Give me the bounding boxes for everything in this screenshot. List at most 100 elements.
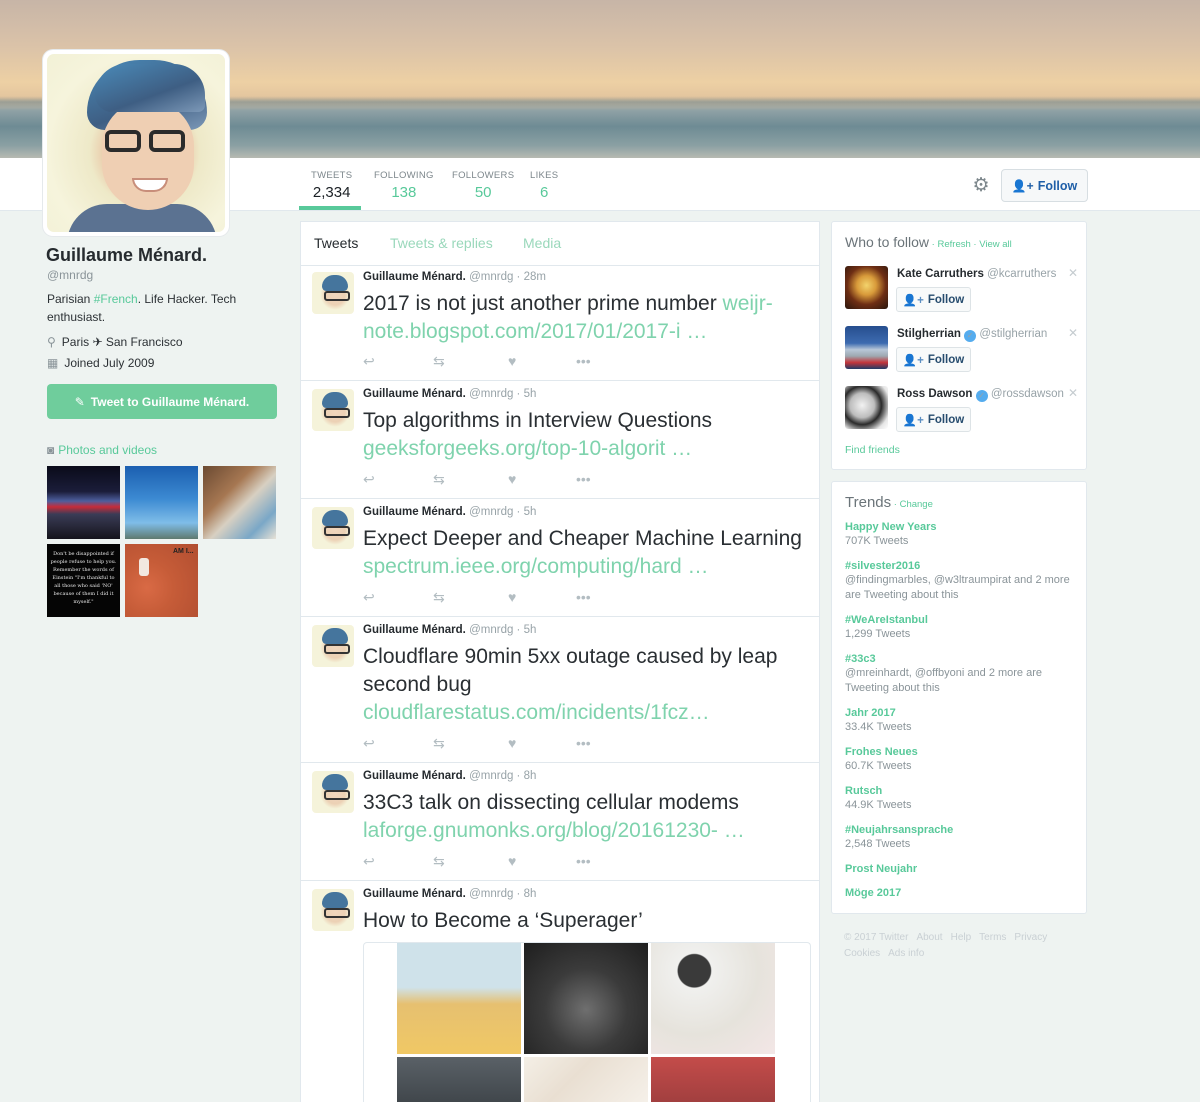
suggested-user-avatar[interactable] [845, 266, 888, 309]
photos-and-videos-link[interactable]: ◙ Photos and videos [47, 443, 157, 457]
retweet-icon[interactable]: ⇆ [433, 353, 445, 370]
retweet-icon[interactable]: ⇆ [433, 735, 445, 752]
follow-user-button[interactable]: 👤+ Follow [896, 347, 971, 372]
more-icon[interactable]: ••• [576, 589, 591, 605]
reply-icon[interactable]: ↩ [363, 853, 375, 870]
profile-avatar[interactable] [43, 50, 229, 236]
suggested-user-name[interactable]: Kate Carruthers @kcarruthers [897, 268, 1056, 280]
trend-item[interactable]: Frohes Neues 60.7K Tweets [845, 746, 1080, 774]
more-icon[interactable]: ••• [576, 353, 591, 369]
tweet-author-name[interactable]: Guillaume Ménard. [363, 888, 466, 900]
trend-name: #33c3 [845, 653, 876, 665]
tweet[interactable]: Guillaume Ménard. @mnrdg · 5h Cloudflare… [301, 617, 819, 763]
trend-item[interactable]: Rutsch 44.9K Tweets [845, 785, 1080, 813]
like-icon[interactable]: ♥ [508, 589, 516, 605]
stat-tweets[interactable]: TWEETS 2,334 [311, 170, 352, 201]
retweet-icon[interactable]: ⇆ [433, 853, 445, 870]
profile-handle[interactable]: @mnrdg [47, 268, 93, 282]
like-icon[interactable]: ♥ [508, 471, 516, 487]
photo-thumbnail[interactable] [47, 466, 120, 539]
tweet-author-avatar[interactable] [312, 889, 354, 931]
tweet-link[interactable]: spectrum.ieee.org/computing/hard … [363, 555, 709, 578]
footer-link-help[interactable]: Help [951, 932, 972, 943]
tweet[interactable]: Guillaume Ménard. @mnrdg · 8h How to Bec… [301, 881, 819, 1102]
like-icon[interactable]: ♥ [508, 353, 516, 369]
tab-tweets-and-replies[interactable]: Tweets & replies [390, 235, 493, 251]
reply-icon[interactable]: ↩ [363, 589, 375, 606]
tweet-author-avatar[interactable] [312, 507, 354, 549]
trend-item[interactable]: #WeAreIstanbul 1,299 Tweets [845, 614, 1080, 642]
stat-followers[interactable]: FOLLOWERS 50 [452, 170, 514, 201]
tweet-author-name[interactable]: Guillaume Ménard. [363, 624, 466, 636]
suggested-user: Ross Dawson ✓ @rossdawson 👤+ Follow ✕ [845, 386, 1085, 442]
suggested-user-name[interactable]: Stilgherrian ✓ @stilgherrian [897, 328, 1047, 342]
tab-media[interactable]: Media [523, 235, 561, 251]
find-friends-link[interactable]: Find friends [845, 444, 900, 456]
reply-icon[interactable]: ↩ [363, 353, 375, 370]
trend-item[interactable]: Happy New Years 707K Tweets [845, 521, 1080, 549]
tweet[interactable]: Guillaume Ménard. @mnrdg · 8h 33C3 talk … [301, 763, 819, 881]
trend-item[interactable]: Prost Neujahr [845, 863, 1080, 875]
suggested-user-avatar[interactable] [845, 386, 888, 429]
suggested-user-name[interactable]: Ross Dawson ✓ @rossdawson [897, 388, 1064, 402]
trend-item[interactable]: #33c3 @mreinhardt, @offbyoni and 2 more a… [845, 653, 1080, 696]
tweet-author-name[interactable]: Guillaume Ménard. [363, 271, 466, 283]
more-icon[interactable]: ••• [576, 853, 591, 869]
tweet[interactable]: Guillaume Ménard. @mnrdg · 5h Expect Dee… [301, 499, 819, 617]
tweet-author-avatar[interactable] [312, 625, 354, 667]
change-trends-link[interactable]: Change [900, 499, 933, 510]
tweet-author-name[interactable]: Guillaume Ménard. [363, 388, 466, 400]
retweet-icon[interactable]: ⇆ [433, 589, 445, 606]
user-display-name: Kate Carruthers [897, 268, 984, 280]
tweet-link[interactable]: geeksforgeeks.org/top-10-algorit … [363, 437, 692, 460]
follow-user-button[interactable]: 👤+ Follow [896, 407, 971, 432]
like-icon[interactable]: ♥ [508, 853, 516, 869]
more-icon[interactable]: ••• [576, 735, 591, 751]
photo-thumbnail[interactable]: Don't be disappointed if people refuse t… [47, 544, 120, 617]
dismiss-icon[interactable]: ✕ [1068, 386, 1078, 400]
tweet[interactable]: Guillaume Ménard. @mnrdg · 28m 2017 is n… [301, 264, 819, 381]
profile-name[interactable]: Guillaume Ménard. [46, 245, 207, 266]
view-all-link[interactable]: View all [979, 239, 1012, 250]
tweet-author-name[interactable]: Guillaume Ménard. [363, 506, 466, 518]
tweet-author-name[interactable]: Guillaume Ménard. [363, 770, 466, 782]
tweet[interactable]: Guillaume Ménard. @mnrdg · 5h Top algori… [301, 381, 819, 499]
tweet-author-avatar[interactable] [312, 771, 354, 813]
suggested-user-avatar[interactable] [845, 326, 888, 369]
photo-thumbnail[interactable] [203, 466, 276, 539]
reply-icon[interactable]: ↩ [363, 471, 375, 488]
follow-button[interactable]: 👤+ Follow [1001, 169, 1088, 202]
more-icon[interactable]: ••• [576, 471, 591, 487]
reply-icon[interactable]: ↩ [363, 735, 375, 752]
dismiss-icon[interactable]: ✕ [1068, 266, 1078, 280]
stat-following[interactable]: FOLLOWING 138 [374, 170, 434, 201]
tweet-to-button[interactable]: ✎ Tweet to Guillaume Ménard. [47, 384, 277, 419]
follow-label: Follow [927, 413, 965, 426]
photo-thumbnail[interactable]: AM I... [125, 544, 198, 617]
photo-thumbnail[interactable] [125, 466, 198, 539]
tweet-author-avatar[interactable] [312, 389, 354, 431]
trend-item[interactable]: Jahr 2017 33.4K Tweets [845, 707, 1080, 735]
tweet-author-avatar[interactable] [312, 272, 354, 314]
trend-item[interactable]: #Neujahrsansprache 2,548 Tweets [845, 824, 1080, 852]
stat-likes[interactable]: LIKES 6 [530, 170, 558, 201]
footer-link-privacy[interactable]: Privacy [1014, 932, 1047, 943]
footer-link-ads-info[interactable]: Ads info [888, 948, 924, 959]
tab-tweets[interactable]: Tweets [314, 235, 358, 251]
tweet-link[interactable]: cloudflarestatus.com/incidents/1fcz… [363, 701, 710, 724]
refresh-link[interactable]: Refresh [938, 239, 971, 250]
footer-link-about[interactable]: About [916, 932, 942, 943]
tweet-media-card[interactable] [363, 942, 811, 1102]
retweet-icon[interactable]: ⇆ [433, 471, 445, 488]
bio-hashtag-link[interactable]: #French [94, 292, 138, 306]
like-icon[interactable]: ♥ [508, 735, 516, 751]
trend-item[interactable]: Möge 2017 [845, 887, 1080, 899]
tweet-link[interactable]: laforge.gnumonks.org/blog/20161230- … [363, 819, 745, 842]
tweet-header: Guillaume Ménard. @mnrdg · 5h [363, 506, 536, 518]
trend-item[interactable]: #silvester2016 @findingmarbles, @w3ltraum… [845, 560, 1080, 603]
dismiss-icon[interactable]: ✕ [1068, 326, 1078, 340]
gear-icon[interactable]: ⚙ [970, 175, 992, 197]
footer-link-terms[interactable]: Terms [979, 932, 1006, 943]
footer-link-cookies[interactable]: Cookies [844, 948, 880, 959]
follow-user-button[interactable]: 👤+ Follow [896, 287, 971, 312]
